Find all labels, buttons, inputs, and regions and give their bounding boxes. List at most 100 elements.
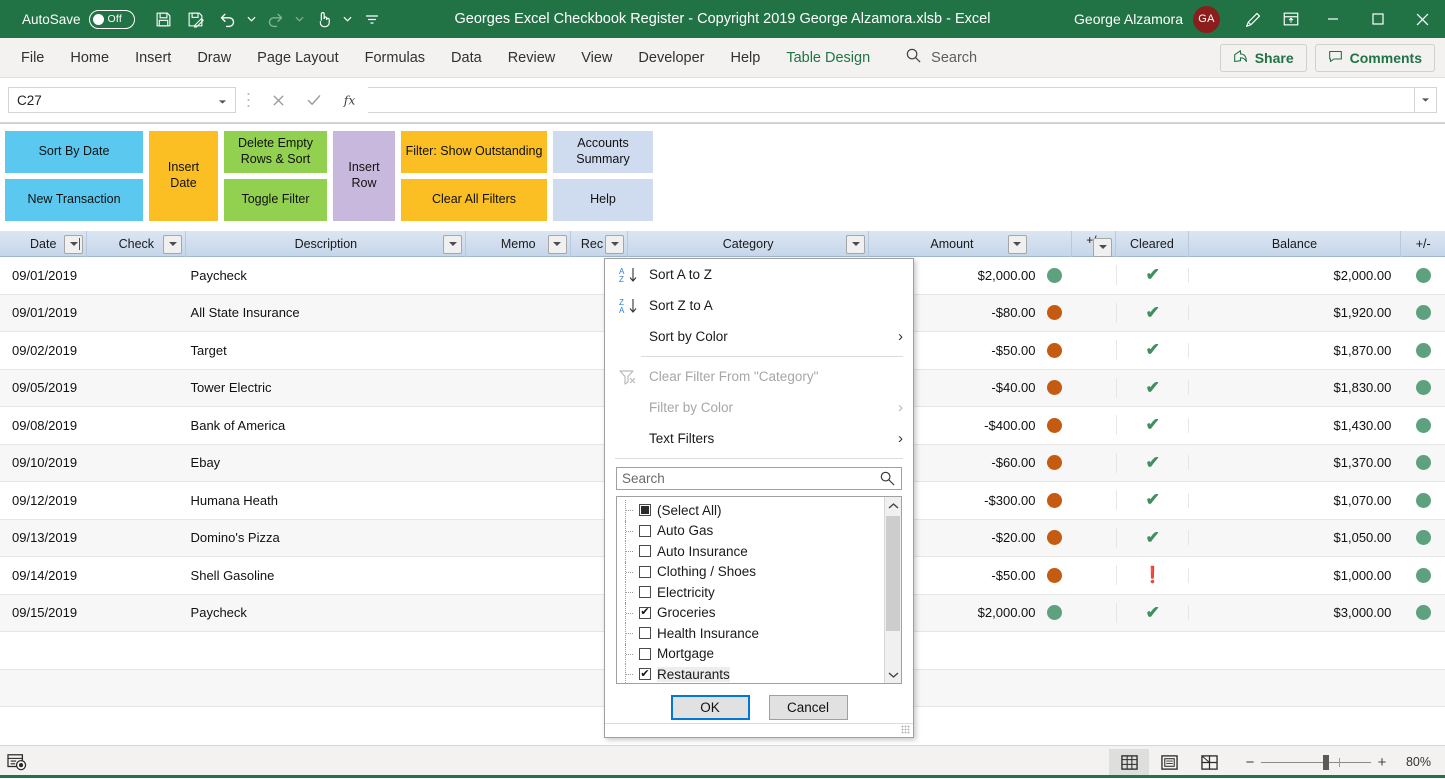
filter-item-checkbox[interactable] [639, 525, 651, 537]
cell-balance[interactable]: $1,430.00 [1188, 418, 1401, 433]
ribbon-display-options-icon[interactable] [1272, 0, 1310, 38]
minimize-button[interactable] [1310, 0, 1355, 38]
tab-insert[interactable]: Insert [122, 43, 184, 73]
column-header-balance[interactable]: Balance [1189, 231, 1402, 257]
touch-mode-dropdown-icon[interactable] [341, 4, 355, 34]
undo-dropdown-icon[interactable] [245, 4, 259, 34]
zoom-slider[interactable] [1261, 762, 1371, 763]
column-header-description[interactable]: Description [186, 231, 466, 257]
resize-grip-icon[interactable] [901, 725, 910, 734]
cell-balance[interactable]: $2,000.00 [1188, 268, 1401, 283]
cell-date[interactable]: 09/01/2019 [0, 305, 88, 320]
cell-cleared[interactable]: ✔ [1116, 340, 1188, 360]
name-box-dropdown-icon[interactable] [218, 93, 227, 108]
cancel-icon[interactable] [260, 87, 296, 113]
cell-date[interactable]: 09/05/2019 [0, 380, 88, 395]
page-break-view-icon[interactable] [1189, 749, 1229, 776]
enter-icon[interactable] [296, 87, 332, 113]
cell-date[interactable]: 09/12/2019 [0, 493, 88, 508]
filter-list-item[interactable]: Health Insurance [617, 623, 901, 644]
zoom-in-button[interactable]: + [1371, 754, 1393, 771]
comments-button[interactable]: Comments [1315, 44, 1435, 72]
column-header-amount[interactable]: Amount [869, 231, 1071, 257]
cell-balance[interactable]: $3,000.00 [1188, 605, 1401, 620]
cell-balance[interactable]: $1,070.00 [1188, 493, 1401, 508]
save-as-icon[interactable] [181, 4, 211, 34]
help-button[interactable]: Help [552, 178, 654, 222]
menu-item-sort-z-to-a[interactable]: Z A Sort Z to A [605, 290, 913, 321]
filter-list-item[interactable]: Auto Insurance [617, 541, 901, 562]
cell-balance-sign[interactable] [1401, 455, 1445, 470]
filter-search-input[interactable]: Search [616, 467, 902, 490]
cell-balance[interactable]: $1,370.00 [1188, 455, 1401, 470]
cell-description[interactable]: Target [187, 343, 467, 358]
cell-balance-sign[interactable] [1401, 380, 1445, 395]
filter-value-list[interactable]: (Select All)Auto GasAuto InsuranceClothi… [616, 496, 902, 684]
cell-date[interactable]: 09/08/2019 [0, 418, 88, 433]
save-icon[interactable] [149, 4, 179, 34]
cell-description[interactable]: Paycheck [187, 605, 467, 620]
cell-date[interactable]: 09/14/2019 [0, 568, 88, 583]
filter-item-checkbox[interactable] [639, 504, 651, 516]
column-header-rec[interactable]: Rec [571, 231, 628, 257]
formula-input[interactable] [368, 87, 1415, 113]
tab-help[interactable]: Help [718, 43, 774, 73]
column-header-check[interactable]: Check [87, 231, 186, 257]
column-header-amount-sign[interactable]: +/- [1072, 231, 1117, 257]
insert-date-button[interactable]: Insert Date [148, 130, 219, 222]
zoom-slider-thumb[interactable] [1323, 755, 1329, 770]
search-box[interactable]: Search [905, 47, 977, 69]
new-transaction-button[interactable]: New Transaction [4, 178, 144, 222]
avatar[interactable]: GA [1193, 6, 1220, 33]
menu-item-text-filters[interactable]: Text Filters › [605, 423, 913, 454]
cell-cleared[interactable]: ✔ [1116, 378, 1188, 398]
filter-button-check[interactable] [163, 235, 182, 254]
tab-draw[interactable]: Draw [184, 43, 244, 73]
filter-button-amount-sign[interactable] [1093, 238, 1112, 257]
scroll-down-icon[interactable] [885, 666, 902, 683]
menu-item-sort-by-color[interactable]: Sort by Color › [605, 321, 913, 352]
cell-description[interactable]: Bank of America [187, 418, 467, 433]
tab-developer[interactable]: Developer [625, 43, 717, 73]
cell-balance-sign[interactable] [1401, 268, 1445, 283]
customize-qat-icon[interactable] [357, 4, 387, 34]
cell-description[interactable]: Humana Heath [187, 493, 467, 508]
cell-balance-sign[interactable] [1401, 418, 1445, 433]
name-box[interactable]: C27 [8, 87, 236, 113]
column-header-category[interactable]: Category [628, 231, 869, 257]
cell-cleared[interactable]: ✔ [1116, 415, 1188, 435]
cell-balance[interactable]: $1,870.00 [1188, 343, 1401, 358]
tab-file[interactable]: File [8, 43, 57, 73]
filter-button-category[interactable] [846, 235, 865, 254]
cell-description[interactable]: All State Insurance [187, 305, 467, 320]
cell-date[interactable]: 09/10/2019 [0, 455, 88, 470]
maximize-button[interactable] [1355, 0, 1400, 38]
scroll-up-icon[interactable] [885, 497, 901, 514]
cell-description[interactable]: Domino's Pizza [187, 530, 467, 545]
filter-list-item[interactable]: Clothing / Shoes [617, 562, 901, 583]
cell-date[interactable]: 09/01/2019 [0, 268, 88, 283]
filter-list-item[interactable]: Mortgage [617, 644, 901, 665]
filter-list-item[interactable]: Groceries [617, 603, 901, 624]
cell-cleared[interactable]: ✔ [1116, 528, 1188, 548]
cell-balance[interactable]: $1,000.00 [1188, 568, 1401, 583]
expand-formula-bar-icon[interactable] [1415, 87, 1437, 113]
filter-show-outstanding-button[interactable]: Filter: Show Outstanding [400, 130, 548, 174]
normal-view-icon[interactable] [1109, 749, 1149, 776]
tab-review[interactable]: Review [495, 43, 569, 73]
filter-list-item[interactable]: (Select All) [617, 500, 901, 521]
filter-list-item[interactable]: Auto Gas [617, 521, 901, 542]
cell-description[interactable]: Shell Gasoline [187, 568, 467, 583]
cell-cleared[interactable]: ✔ [1116, 490, 1188, 510]
autosave-control[interactable]: AutoSave Off [22, 10, 135, 29]
cell-description[interactable]: Paycheck [187, 268, 467, 283]
filter-list-scrollbar[interactable] [884, 497, 901, 683]
filter-list-item[interactable]: Restaurants [617, 664, 901, 684]
record-macro-icon[interactable] [0, 746, 34, 779]
tab-table-design[interactable]: Table Design [773, 43, 883, 73]
filter-button-rec[interactable] [605, 235, 624, 254]
toggle-filter-button[interactable]: Toggle Filter [223, 178, 328, 222]
cancel-button[interactable]: Cancel [769, 695, 848, 720]
accounts-summary-button[interactable]: Accounts Summary [552, 130, 654, 174]
tab-formulas[interactable]: Formulas [352, 43, 438, 73]
